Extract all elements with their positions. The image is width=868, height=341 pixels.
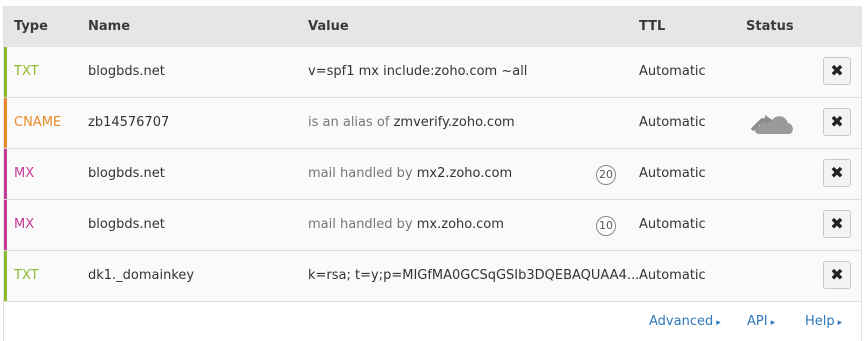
value-text: mx.zoho.com [416,217,504,232]
advanced-label: Advanced [649,314,714,329]
type-stripe [4,149,7,199]
table-row[interactable]: TXT dk1._domainkey k=rsa; t=y;p=MIGfMA0G… [4,251,861,302]
delete-button[interactable]: ✖ [823,261,851,289]
record-value[interactable]: mail handled by mx.zoho.com [308,200,504,250]
close-icon: ✖ [830,112,844,131]
delete-button[interactable]: ✖ [823,108,851,136]
record-value[interactable]: k=rsa; t=y;p=MIGfMA0GCSqGSIb3DQEBAQUAA4.… [308,251,639,301]
value-prefix: is an alias of [308,115,394,130]
record-name[interactable]: dk1._domainkey [88,251,194,301]
table-row[interactable]: MX blogbds.net mail handled by mx2.zoho.… [4,149,861,200]
record-type: CNAME [14,115,62,130]
value-text: k=rsa; t=y;p=MIGfMA0GCSqGSIb3DQEBAQUAA4.… [308,268,640,283]
header-name: Name [88,19,131,34]
value-prefix: mail handled by [308,217,417,232]
record-ttl[interactable]: Automatic [639,251,706,301]
type-stripe [4,47,7,97]
priority-badge[interactable]: 10 [596,216,616,236]
close-icon: ✖ [830,265,844,284]
value-text: zmverify.zoho.com [393,115,515,130]
cloud-bypass-icon[interactable] [750,110,794,136]
type-stripe [4,251,7,301]
record-ttl[interactable]: Automatic [639,149,706,199]
type-stripe [4,98,7,148]
chevron-right-icon: ▸ [716,318,721,328]
value-text: mx2.zoho.com [416,166,513,181]
advanced-link[interactable]: Advanced ▸ [649,314,721,329]
close-icon: ✖ [830,163,844,182]
api-link[interactable]: API ▸ [747,314,775,329]
record-ttl[interactable]: Automatic [639,200,706,250]
chevron-right-icon: ▸ [770,318,776,328]
header-value: Value [308,19,349,34]
delete-button[interactable]: ✖ [823,210,851,238]
record-value[interactable]: is an alias of zmverify.zoho.com [308,98,515,148]
record-name[interactable]: blogbds.net [88,149,165,199]
record-ttl[interactable]: Automatic [639,98,706,148]
header-ttl: TTL [639,19,666,34]
value-text: v=spf1 mx include:zoho.com ~all [308,64,528,79]
table-row[interactable]: MX blogbds.net mail handled by mx.zoho.c… [4,200,861,251]
delete-button[interactable]: ✖ [823,57,851,85]
help-link[interactable]: Help ▸ [805,314,842,329]
record-ttl[interactable]: Automatic [639,47,706,97]
record-value[interactable]: mail handled by mx2.zoho.com [308,149,512,199]
record-name[interactable]: zb14576707 [88,98,169,148]
table-header: Type Name Value TTL Status [4,6,861,47]
chevron-right-icon: ▸ [837,318,843,328]
api-label: API [747,314,768,329]
record-name[interactable]: blogbds.net [88,200,165,250]
record-type: TXT [14,268,39,283]
header-status: Status [746,19,794,34]
record-type: MX [14,217,35,232]
type-stripe [4,200,7,250]
priority-badge[interactable]: 20 [596,165,616,185]
delete-button[interactable]: ✖ [823,159,851,187]
record-type: TXT [14,64,39,79]
header-type: Type [14,19,48,34]
record-type: MX [14,166,35,181]
help-label: Help [805,314,835,329]
close-icon: ✖ [830,61,844,80]
table-row[interactable]: TXT blogbds.net v=spf1 mx include:zoho.c… [4,47,861,98]
record-value[interactable]: v=spf1 mx include:zoho.com ~all [308,47,527,97]
dns-records-panel: Type Name Value TTL Status TXT blogbds.n… [0,0,868,341]
value-prefix: mail handled by [308,166,417,181]
close-icon: ✖ [830,214,844,233]
record-name[interactable]: blogbds.net [88,47,165,97]
table-row[interactable]: CNAME zb14576707 is an alias of zmverify… [4,98,861,149]
